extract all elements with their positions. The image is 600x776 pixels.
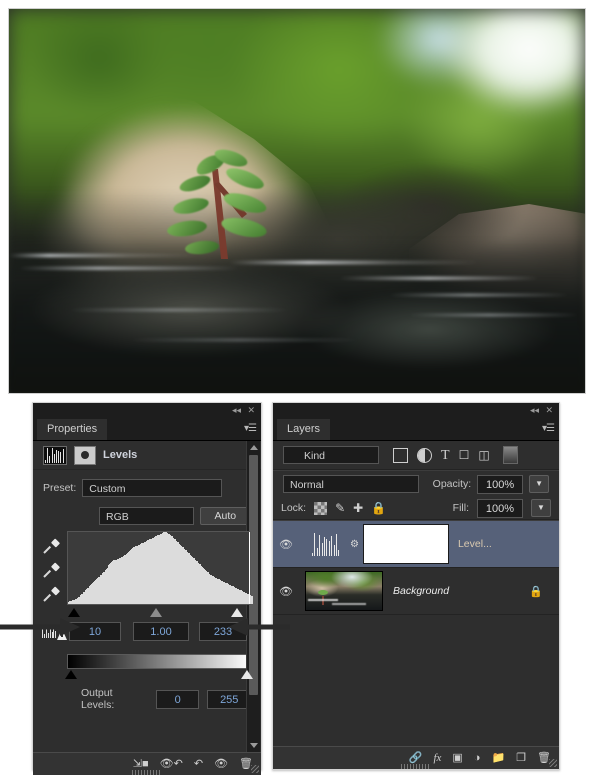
histogram	[67, 531, 253, 605]
white-point-line	[249, 532, 250, 604]
collapse-icon[interactable]: ◂◂	[530, 405, 539, 416]
add-layer-mask-button[interactable]: ▣	[452, 752, 462, 764]
lock-row: Lock: ✎ ✚ 🔒 Fill: 100% ▼	[273, 497, 559, 519]
reset-button[interactable]: ↶	[194, 758, 203, 770]
table-row[interactable]: 👁 Background 🔒	[273, 568, 559, 615]
levels-adjustment-thumbnail[interactable]	[311, 532, 341, 556]
close-icon[interactable]: ✕	[545, 405, 553, 416]
filter-kind-select[interactable]: Kind	[283, 446, 379, 464]
filter-toggle-switch[interactable]	[502, 446, 518, 464]
opacity-label: Opacity:	[432, 478, 472, 490]
link-mask-icon[interactable]: ⚙	[350, 539, 359, 550]
lock-icon: 🔒	[529, 585, 543, 598]
eye-icon[interactable]: 👁	[273, 585, 299, 598]
filter-smart-object-icon[interactable]: ◫	[478, 448, 489, 462]
output-levels-sliders	[65, 669, 253, 681]
properties-panel: ◂◂ ✕ Properties ▾☰ Levels Preset: Custom…	[32, 402, 262, 775]
fill-label: Fill:	[452, 502, 469, 514]
panel-menu-icon[interactable]: ▾☰	[244, 423, 257, 435]
input-levels-sliders	[67, 607, 251, 619]
output-white-slider[interactable]	[241, 670, 253, 679]
output-black-field[interactable]: 0	[155, 689, 200, 709]
channel-select[interactable]: RGB	[99, 507, 194, 525]
fill-dropdown-icon[interactable]: ▼	[531, 499, 551, 517]
histogram-bars	[68, 532, 253, 604]
close-icon[interactable]: ✕	[247, 405, 255, 416]
scroll-down-arrow-icon[interactable]	[250, 743, 258, 748]
levels-icon	[43, 445, 67, 465]
blend-mode-row: Normal Opacity: 100% ▼	[273, 471, 559, 497]
clipping-warning-icon	[41, 625, 67, 641]
background-layer-thumbnail[interactable]	[305, 571, 383, 611]
new-adjustment-layer-button[interactable]: ◑	[474, 752, 481, 764]
toggle-visibility-button[interactable]: 👁	[214, 758, 228, 770]
filter-pixel-icon[interactable]	[393, 447, 408, 463]
layer-list: 👁 ⚙ Level... 👁 Background 🔒	[273, 521, 559, 615]
layers-panel: ◂◂ ✕ Layers ▾☰ Kind T ☐ ◫ Normal Opacity…	[272, 402, 560, 770]
tab-properties[interactable]: Properties	[37, 419, 108, 440]
output-levels-label: Output Levels:	[81, 687, 115, 711]
panel-menu-icon[interactable]: ▾☰	[542, 423, 555, 435]
output-levels-gradient	[67, 654, 251, 669]
layers-tabbar: Layers ▾☰	[273, 419, 559, 441]
scroll-up-arrow-icon[interactable]	[250, 445, 258, 450]
properties-titlebar: ◂◂ ✕	[33, 403, 261, 419]
link-layers-button[interactable]: 🔗	[409, 752, 423, 764]
output-white-field[interactable]: 255	[207, 689, 252, 709]
blend-mode-select[interactable]: Normal	[283, 475, 419, 493]
clip-to-layer-button[interactable]: ⇲■	[133, 758, 149, 770]
lock-image-pixels-icon[interactable]: ✎	[335, 501, 345, 515]
set-gray-point-eyedropper[interactable]	[41, 561, 61, 585]
lock-label: Lock:	[281, 502, 307, 514]
panel-resize-grip[interactable]	[401, 764, 431, 769]
photo-plant-leaves	[9, 9, 585, 393]
filter-shape-icon[interactable]: ☐	[459, 448, 470, 462]
fill-value[interactable]: 100%	[477, 498, 523, 518]
lock-transparent-pixels-icon[interactable]	[314, 501, 328, 515]
panel-resize-grip[interactable]	[132, 770, 162, 775]
set-black-point-eyedropper[interactable]	[41, 537, 61, 561]
black-point-slider[interactable]	[68, 608, 81, 617]
collapse-icon[interactable]: ◂◂	[232, 405, 241, 416]
filter-adjustment-icon[interactable]	[417, 447, 432, 463]
output-black-slider[interactable]	[65, 670, 77, 679]
lock-all-icon[interactable]: 🔒	[371, 501, 386, 515]
input-black-field[interactable]: 10	[69, 622, 121, 641]
preset-select[interactable]: Custom	[82, 479, 223, 497]
input-white-field[interactable]: 233	[199, 622, 247, 641]
opacity-dropdown-icon[interactable]: ▼	[529, 475, 549, 493]
table-row[interactable]: 👁 ⚙ Level...	[273, 521, 559, 568]
lock-position-icon[interactable]: ✚	[353, 501, 363, 515]
opacity-value[interactable]: 100%	[477, 474, 524, 494]
white-point-slider[interactable]	[230, 608, 243, 617]
eye-icon[interactable]: 👁	[273, 538, 299, 551]
preset-label: Preset:	[43, 482, 77, 494]
layers-footer: 🔗 fx ▣ ◑ 📁 ❐ 🗑	[273, 746, 559, 769]
properties-body: Levels Preset: Custom RGB Auto 10 1.00 2…	[33, 441, 261, 752]
add-layer-style-button[interactable]: fx	[433, 752, 441, 764]
layer-name[interactable]: Background	[393, 585, 449, 597]
auto-button[interactable]: Auto	[199, 507, 251, 525]
layer-filter-row: Kind T ☐ ◫	[273, 441, 559, 469]
set-white-point-eyedropper[interactable]	[41, 585, 61, 609]
layer-mask-thumbnail[interactable]	[362, 524, 449, 564]
eyedropper-tools	[41, 537, 63, 609]
new-layer-button[interactable]: ❐	[516, 752, 526, 764]
resize-corner-icon[interactable]	[251, 765, 259, 773]
gamma-slider[interactable]	[149, 608, 162, 617]
new-group-button[interactable]: 📁	[491, 752, 505, 764]
input-gamma-field[interactable]: 1.00	[133, 622, 189, 641]
adjustment-header: Levels	[33, 441, 261, 470]
layer-name[interactable]: Level...	[458, 538, 492, 550]
resize-corner-icon[interactable]	[549, 759, 557, 767]
properties-footer: ⇲■ 👁↶ ↶ 👁 🗑	[33, 752, 261, 775]
canvas-image	[8, 8, 586, 394]
clip-to-layer-icon[interactable]	[74, 445, 96, 465]
properties-tabbar: Properties ▾☰	[33, 419, 261, 441]
view-previous-state-button[interactable]: 👁↶	[160, 758, 183, 770]
layers-titlebar: ◂◂ ✕	[273, 403, 559, 419]
filter-type-icon[interactable]: T	[441, 448, 450, 462]
tab-layers[interactable]: Layers	[277, 419, 331, 440]
adjustment-title: Levels	[103, 449, 138, 461]
